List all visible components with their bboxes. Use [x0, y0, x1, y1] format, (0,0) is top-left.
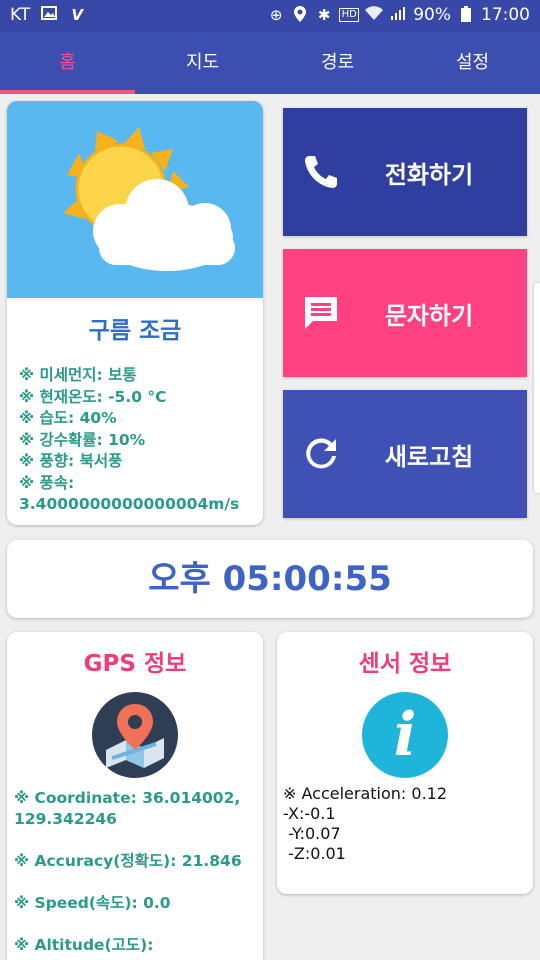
location-icon	[291, 6, 309, 24]
sensor-title: 센서 정보	[358, 651, 452, 677]
sms-button[interactable]: 문자하기	[283, 249, 527, 377]
wind-speed-value: 3.4000000000000004m/s	[19, 495, 240, 513]
weather-card: 구름 조금 ※ 미세먼지: 보통 ※ 현재온도: -5.0 °C ※ 습도: 4…	[7, 101, 263, 525]
sms-button-label: 문자하기	[384, 301, 474, 330]
gps-card: GPS 정보 ※ Coordinate: 36.014002, 129.3422…	[7, 632, 263, 960]
message-icon	[305, 297, 337, 329]
tab-home[interactable]: 홈	[0, 32, 135, 94]
clock-card: 오후 05:00:55	[7, 540, 533, 618]
weather-condition: 구름 조금	[88, 318, 182, 344]
call-button[interactable]: 전화하기	[283, 108, 527, 236]
gps-accuracy: ※ Accuracy(정확도): 21.846	[14, 852, 242, 870]
gps-altitude: ※ Altitude(고도): 38.909991525878906	[14, 936, 203, 960]
refresh-icon	[306, 438, 336, 469]
signal-icon	[389, 6, 407, 24]
battery-percent: 90%	[413, 5, 451, 25]
gps-coordinate: ※ Coordinate: 36.014002, 129.342246	[14, 789, 241, 828]
clock-status: 17:00	[481, 5, 530, 25]
bluetooth-icon: ✱	[317, 6, 331, 24]
precipitation-row: ※ 강수확률: 10%	[19, 430, 146, 449]
tab-settings[interactable]: 설정	[405, 32, 540, 94]
phone-icon	[305, 156, 337, 188]
refresh-button[interactable]: 새로고침	[283, 390, 527, 518]
gps-title: GPS 정보	[83, 651, 187, 677]
battery-icon	[457, 6, 475, 24]
fine-dust-row: ※ 미세먼지: 보통	[19, 366, 137, 384]
tab-map[interactable]: 지도	[135, 32, 270, 94]
wifi-icon	[365, 6, 384, 24]
v3-notification-icon: V	[71, 6, 84, 24]
info-icon: i	[362, 692, 448, 778]
weather-image	[7, 101, 263, 298]
wind-direction-row: ※ 풍향: 북서풍	[19, 452, 123, 470]
sensor-card: 센서 정보 i ※ Acceleration: 0.12 -X:-0.1 -Y:…	[277, 632, 533, 894]
gps-details: ※ Coordinate: 36.014002, 129.342246 ※ Ac…	[7, 788, 263, 960]
partly-cloudy-icon	[63, 127, 235, 271]
current-time: 오후 05:00:55	[148, 559, 392, 599]
temperature-row: ※ 현재온도: -5.0 °C	[19, 387, 167, 406]
image-notification-icon	[40, 6, 58, 24]
sensor-readings: ※ Acceleration: 0.12 -X:-0.1 -Y:0.07 -Z:…	[283, 784, 448, 863]
gps-speed: ※ Speed(속도): 0.0	[14, 894, 171, 912]
tab-route[interactable]: 경로	[270, 32, 405, 94]
humidity-row: ※ 습도: 40%	[19, 409, 117, 427]
edge-panel-handle[interactable]	[534, 283, 540, 493]
weather-details: ※ 미세먼지: 보통 ※ 현재온도: -5.0 °C ※ 습도: 40% ※ 강…	[7, 365, 263, 516]
status-bar: KT V ⊕ ✱ HD 90% 17:00	[0, 0, 540, 32]
data-saver-icon: ⊕	[269, 6, 283, 24]
hd-voice-icon: HD	[339, 8, 360, 22]
map-pin-icon	[92, 692, 178, 778]
refresh-button-label: 새로고침	[384, 442, 474, 471]
carrier-label: KT	[10, 5, 31, 25]
tab-bar: 홈 지도 경로 설정	[0, 32, 540, 94]
call-button-label: 전화하기	[384, 160, 474, 189]
wind-speed-label: ※ 풍속:	[19, 473, 75, 492]
